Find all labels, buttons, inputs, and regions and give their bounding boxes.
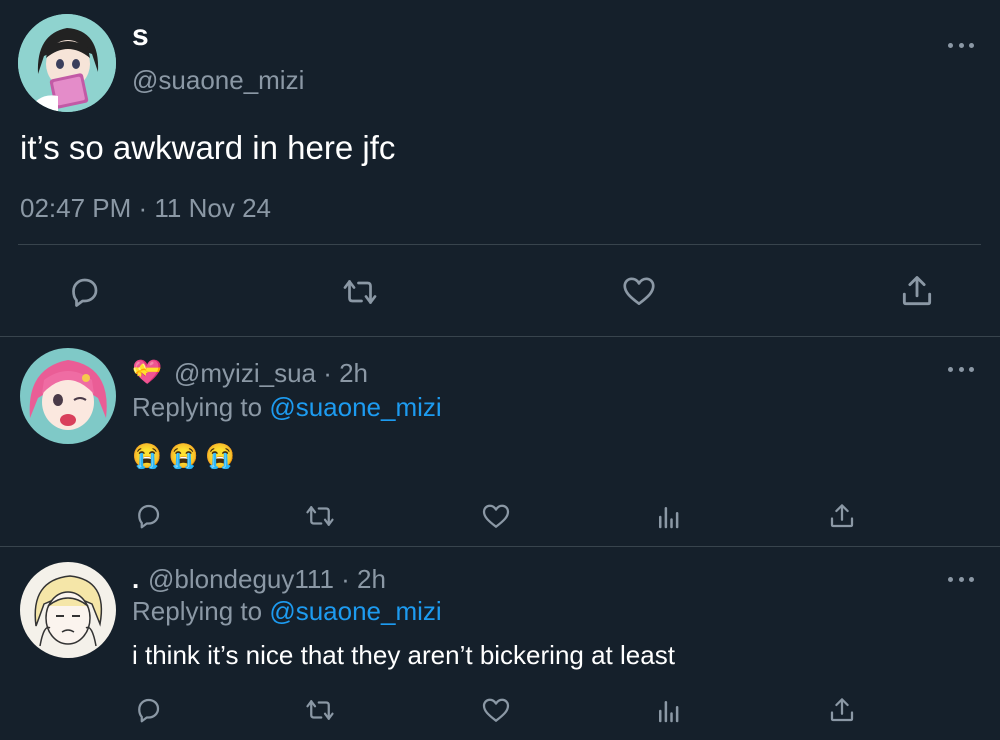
- avatar[interactable]: [20, 348, 116, 444]
- replying-to-label: Replying to: [132, 596, 263, 626]
- handle[interactable]: @suaone_mizi: [132, 64, 304, 96]
- divider: [0, 336, 1000, 337]
- avatar[interactable]: [20, 562, 116, 658]
- reply-icon[interactable]: [66, 274, 102, 310]
- replying-to-handle[interactable]: @suaone_mizi: [269, 596, 441, 626]
- replying-to: Replying to @suaone_mizi: [132, 596, 442, 626]
- reply-icon[interactable]: [133, 695, 163, 725]
- replying-to: Replying to @suaone_mizi: [132, 392, 442, 422]
- tweet-timestamp: 02:47 PM · 11 Nov 24: [20, 193, 271, 223]
- like-icon[interactable]: [620, 272, 658, 310]
- reply-meta[interactable]: @myizi_sua · 2h: [174, 358, 368, 388]
- share-icon[interactable]: [827, 501, 857, 531]
- replying-to-handle[interactable]: @suaone_mizi: [269, 392, 441, 422]
- more-options-icon[interactable]: [948, 364, 974, 374]
- retweet-icon[interactable]: [340, 274, 380, 310]
- reply-text: i think it’s nice that they aren’t bicke…: [132, 640, 675, 670]
- more-options-icon[interactable]: [948, 574, 974, 584]
- reply-display-name[interactable]: .: [132, 564, 139, 594]
- retweet-icon[interactable]: [303, 695, 337, 725]
- reply-meta[interactable]: @blondeguy111 · 2h: [148, 564, 386, 594]
- reply-text: 😭 😭 😭: [132, 443, 235, 470]
- like-icon[interactable]: [480, 694, 512, 726]
- more-options-icon[interactable]: [948, 40, 974, 50]
- divider: [0, 546, 1000, 547]
- avatar[interactable]: [18, 14, 116, 112]
- divider: [18, 244, 981, 245]
- like-icon[interactable]: [480, 500, 512, 532]
- share-icon[interactable]: [898, 272, 936, 310]
- reply-name-emoji[interactable]: 💝: [132, 358, 162, 388]
- analytics-icon[interactable]: [654, 502, 684, 532]
- display-name[interactable]: s: [132, 18, 149, 54]
- replying-to-label: Replying to: [132, 392, 263, 422]
- retweet-icon[interactable]: [303, 501, 337, 531]
- tweet-text: it’s so awkward in here jfc: [20, 129, 396, 166]
- reply-icon[interactable]: [133, 501, 163, 531]
- analytics-icon[interactable]: [654, 696, 684, 726]
- share-icon[interactable]: [827, 695, 857, 725]
